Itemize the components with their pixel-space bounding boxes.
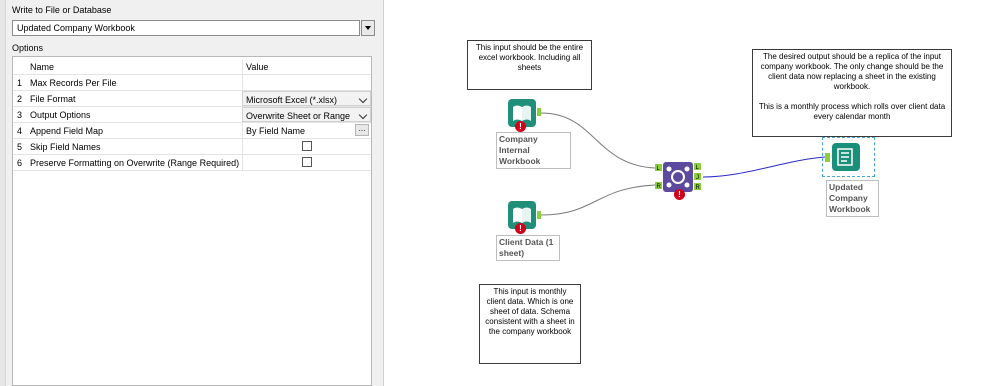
- output-tool-label: Updated Company Workbook: [826, 180, 879, 217]
- dropdown-arrow-icon: [365, 26, 371, 30]
- append-field-map-value: By Field Name ...: [242, 123, 371, 138]
- option-name: Output Options: [30, 110, 91, 120]
- option-value: By Field Name: [246, 126, 306, 136]
- max-records-input[interactable]: [242, 75, 371, 90]
- append-field-map-button[interactable]: ...: [355, 124, 369, 136]
- option-name: Max Records Per File: [30, 78, 117, 88]
- option-row-max-records[interactable]: 1 Max Records Per File: [13, 75, 371, 91]
- row-number: 1: [17, 78, 23, 88]
- value-header-cell: Value: [242, 59, 371, 74]
- join-out-right-anchor: R: [696, 185, 701, 191]
- column-header-value: Value: [246, 62, 269, 72]
- error-badge: !: [515, 121, 526, 132]
- wire-join-to-output: [702, 156, 826, 178]
- error-badge: !: [515, 223, 526, 234]
- row-number: 3: [17, 110, 23, 120]
- skip-field-names-checkbox[interactable]: [302, 141, 312, 151]
- chevron-down-icon: [358, 94, 368, 104]
- input-note-comment[interactable]: This input should be the entire excel wo…: [467, 40, 592, 90]
- option-row-skip-field-names[interactable]: 5 Skip Field Names: [13, 139, 371, 155]
- row-number: 5: [17, 142, 23, 152]
- options-grid: Name Value 1 Max Records Per File 2 File…: [12, 56, 372, 386]
- client-input-tool[interactable]: !: [505, 199, 541, 235]
- config-panel: Write to File or Database Updated Compan…: [0, 0, 384, 386]
- client-input-label: Client Data (1 sheet): [496, 235, 560, 261]
- destination-dropdown-button[interactable]: [361, 20, 375, 36]
- preserve-formatting-checkbox[interactable]: [302, 157, 312, 167]
- option-name: File Format: [30, 94, 76, 104]
- wire-client-to-join: [540, 184, 656, 216]
- company-input-label: Company Internal Workbook: [496, 132, 571, 169]
- option-name: Preserve Formatting on Overwrite (Range …: [30, 158, 240, 168]
- workflow-canvas[interactable]: This input should be the entire excel wo…: [385, 0, 999, 386]
- company-input-tool[interactable]: !: [505, 97, 541, 133]
- chevron-down-icon: [358, 110, 368, 120]
- client-note-comment[interactable]: This input is monthly client data. Which…: [479, 284, 581, 364]
- option-row-file-format[interactable]: 2 File Format Microsoft Excel (*.xlsx): [13, 91, 371, 107]
- row-number: 4: [17, 126, 23, 136]
- output-tool[interactable]: [825, 141, 865, 175]
- options-label: Options: [12, 43, 44, 53]
- destination-field[interactable]: Updated Company Workbook: [12, 20, 360, 36]
- preserve-formatting-cell: [242, 155, 371, 170]
- option-name: Skip Field Names: [30, 142, 101, 152]
- column-header-name: Name: [30, 62, 55, 72]
- join-right-anchor: R: [657, 184, 662, 190]
- join-out-join-anchor: J: [696, 175, 699, 181]
- output-options-select[interactable]: Overwrite Sheet or Range: [242, 107, 371, 122]
- row-number: 6: [17, 158, 23, 168]
- error-badge: !: [674, 189, 685, 200]
- write-to-label: Write to File or Database: [12, 5, 112, 15]
- option-row-preserve-formatting[interactable]: 6 Preserve Formatting on Overwrite (Rang…: [13, 155, 371, 171]
- document-icon: [825, 143, 860, 171]
- output-note-comment[interactable]: The desired output should be a replica o…: [752, 49, 952, 137]
- skip-field-names-cell: [242, 139, 371, 154]
- option-value: Overwrite Sheet or Range: [246, 111, 351, 121]
- option-row-append-field-map[interactable]: 4 Append Field Map By Field Name ...: [13, 123, 371, 139]
- panel-strip: [0, 0, 6, 386]
- file-format-select[interactable]: Microsoft Excel (*.xlsx): [242, 91, 371, 106]
- option-name: Append Field Map: [30, 126, 104, 136]
- option-row-output-options[interactable]: 3 Output Options Overwrite Sheet or Rang…: [13, 107, 371, 123]
- grid-header: Name Value: [13, 59, 371, 75]
- option-value: Microsoft Excel (*.xlsx): [246, 95, 338, 105]
- join-tool[interactable]: L R L J R !: [655, 160, 705, 200]
- row-number: 2: [17, 94, 23, 104]
